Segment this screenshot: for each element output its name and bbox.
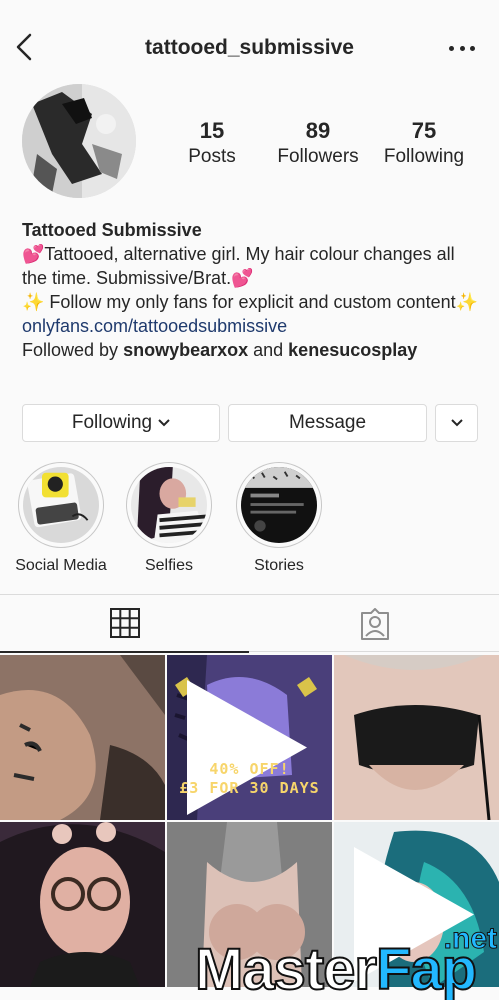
followers-count: 89 — [305, 118, 331, 143]
highlight-stories[interactable]: Stories — [224, 462, 334, 575]
message-button[interactable]: Message — [228, 404, 427, 442]
sale-line-1: 40% OFF! — [209, 760, 290, 778]
followed-by-user-2[interactable]: kenesucosplay — [288, 340, 417, 360]
highlight-selfies[interactable]: Selfies — [114, 462, 224, 575]
posts-label: Posts — [188, 146, 236, 167]
highlight-label: Stories — [254, 557, 304, 574]
profile-stats: 15 Posts 89 Followers 75 Following — [170, 118, 480, 178]
more-options-button[interactable] — [449, 38, 475, 58]
followed-by-prefix: Followed by — [22, 340, 124, 360]
message-button-label: Message — [288, 412, 367, 433]
post-thumbnail[interactable] — [0, 822, 165, 987]
following-stat[interactable]: 75 Following — [374, 118, 474, 168]
followed-by[interactable]: Followed by snowybearxox and kenesucospl… — [22, 338, 482, 362]
bio-line-1: 💕Tattooed, alternative girl. My hair col… — [22, 244, 455, 288]
posts-count: 15 — [199, 118, 225, 143]
highlight-cover — [23, 467, 99, 543]
following-button-label: Following — [71, 412, 153, 433]
watermark-net: .net — [443, 922, 497, 956]
following-label: Following — [383, 146, 465, 167]
profile-username: tattooed_submissive — [145, 36, 354, 59]
chevron-down-icon — [450, 419, 463, 427]
following-button[interactable]: Following — [22, 404, 220, 442]
bio-line-2: ✨ Follow my only fans for explicit and c… — [22, 292, 479, 312]
profile-tabs — [0, 594, 499, 653]
highlight-label: Social Media — [15, 557, 107, 574]
watermark-master: Master — [194, 936, 378, 1000]
bio-link[interactable]: onlyfans.com/tattooedsubmissive — [22, 314, 482, 338]
post-thumbnail[interactable] — [0, 655, 165, 820]
followed-by-and: and — [248, 340, 289, 360]
post-thumbnail[interactable] — [334, 655, 499, 820]
profile-bio: Tattooed Submissive 💕Tattooed, alternati… — [22, 218, 482, 362]
highlight-label: Selfies — [144, 557, 194, 574]
grid-icon — [109, 608, 140, 638]
display-name: Tattooed Submissive — [22, 220, 202, 240]
post-thumbnail-sale[interactable]: 40% OFF! £3 FOR 30 DAYS — [167, 655, 332, 820]
tab-tagged[interactable] — [250, 595, 499, 653]
followers-stat[interactable]: 89 Followers — [268, 118, 368, 168]
avatar-photo — [22, 84, 136, 198]
highlight-cover — [131, 467, 207, 543]
more-horizontal-icon — [449, 45, 454, 51]
tab-posts-grid[interactable] — [0, 595, 249, 653]
sale-caption: 40% OFF! £3 FOR 30 DAYS — [167, 760, 332, 798]
top-bar: tattooed_submissive — [0, 0, 499, 96]
sale-line-2: £3 FOR 30 DAYS — [179, 779, 320, 797]
story-highlights: Social Media Selfies Stories — [0, 462, 499, 582]
highlight-cover — [241, 467, 317, 543]
posts-stat[interactable]: 15 Posts — [162, 118, 262, 168]
following-count: 75 — [411, 118, 437, 143]
profile-actions: Following Message — [22, 404, 478, 442]
suggested-accounts-button[interactable] — [435, 404, 478, 442]
followed-by-user-1[interactable]: snowybearxox — [123, 340, 248, 360]
highlight-social-media[interactable]: Social Media — [6, 462, 116, 575]
watermark-logo: MasterFap .net — [194, 922, 499, 1000]
watermark-text: MasterFap — [194, 936, 478, 1000]
chevron-down-icon — [158, 419, 170, 427]
followers-label: Followers — [277, 146, 359, 167]
profile-avatar[interactable] — [22, 84, 136, 198]
tagged-person-icon — [360, 608, 389, 640]
